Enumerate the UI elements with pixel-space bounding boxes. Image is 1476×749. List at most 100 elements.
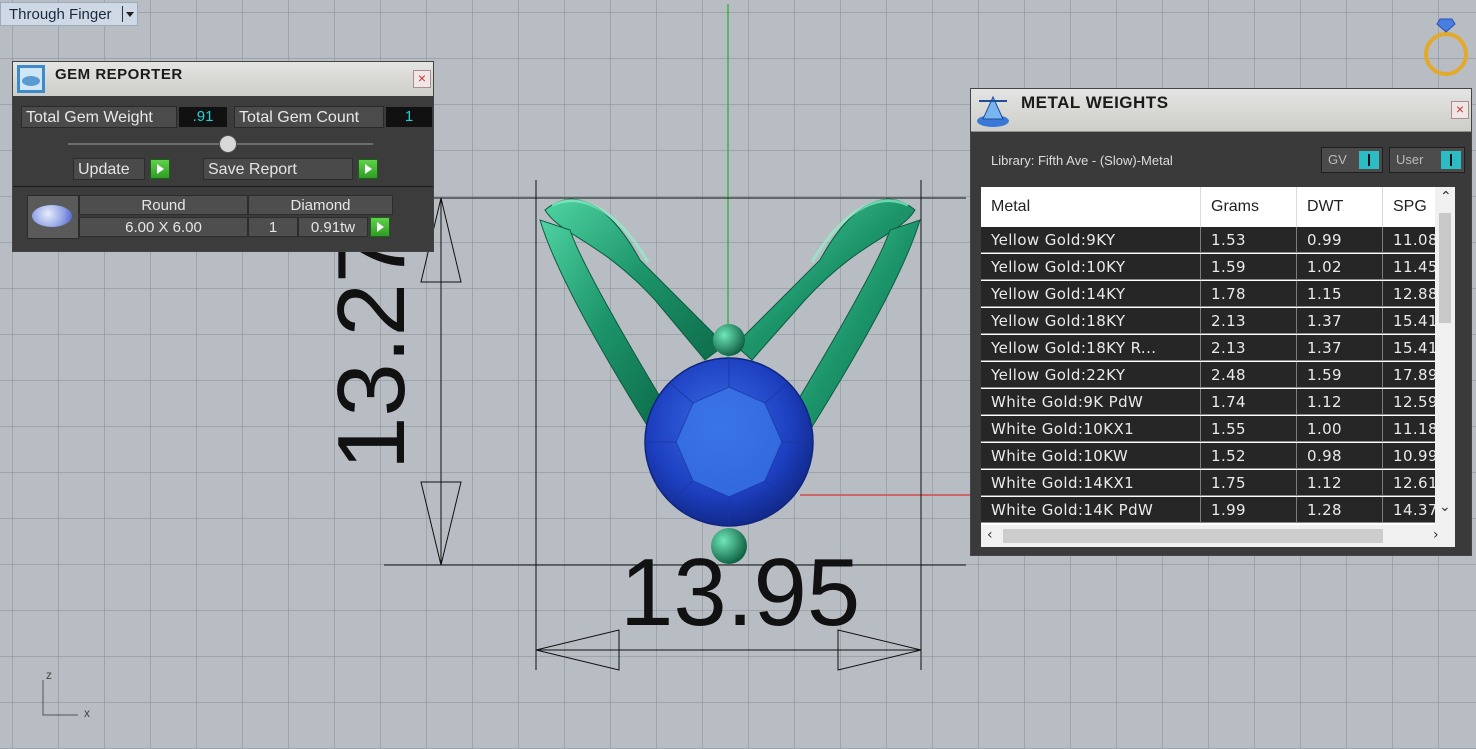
table-cell: 1.52: [1201, 443, 1297, 469]
table-cell: 1.02: [1297, 254, 1383, 280]
total-weight-label: Total Gem Weight: [21, 106, 177, 128]
library-label: Library: Fifth Ave - (Slow)-Metal: [991, 153, 1173, 168]
table-cell: 1.15: [1297, 281, 1383, 307]
total-count-value: 1: [386, 107, 432, 127]
total-weight-value: .91: [179, 107, 227, 127]
gem-shape-icon[interactable]: [27, 195, 79, 239]
gem-type: Diamond: [248, 195, 393, 215]
column-header[interactable]: Metal: [981, 187, 1201, 227]
chevron-up-icon[interactable]: ⌃: [1440, 189, 1452, 205]
toggle-switch-icon[interactable]: [1441, 151, 1461, 169]
table-cell: Yellow Gold:10KY: [981, 254, 1201, 280]
gem-size: 6.00 X 6.00: [79, 217, 248, 237]
table-cell: 0.99: [1297, 227, 1383, 253]
table-cell: 1.59: [1201, 254, 1297, 280]
scroll-thumb[interactable]: [1439, 213, 1451, 323]
toggle-switch-icon[interactable]: [1359, 151, 1379, 169]
table-cell: White Gold:10KX1: [981, 416, 1201, 442]
metal-scale-icon: [977, 95, 1009, 127]
gem-reporter-titlebar[interactable]: GEM REPORTER ×: [13, 62, 433, 97]
view-mode-label: Through Finger: [9, 6, 112, 23]
user-toggle[interactable]: User: [1389, 147, 1465, 173]
table-cell: 1.12: [1297, 389, 1383, 415]
gem-reporter-icon: [17, 65, 45, 93]
scroll-thumb[interactable]: [1003, 529, 1383, 543]
chevron-down-icon[interactable]: ⌄: [1439, 499, 1451, 515]
gem-shape: Round: [79, 195, 248, 215]
column-header[interactable]: DWT: [1297, 187, 1383, 227]
table-header: Metal Grams DWT SPG: [981, 187, 1455, 228]
metal-weights-panel[interactable]: METAL WEIGHTS × Library: Fifth Ave - (Sl…: [970, 88, 1472, 556]
column-header[interactable]: Grams: [1201, 187, 1297, 227]
table-cell: 1.28: [1297, 497, 1383, 523]
table-row[interactable]: Yellow Gold:9KY 1.53 0.99 11.08: [981, 227, 1455, 254]
table-row[interactable]: Yellow Gold:22KY 2.48 1.59 17.89: [981, 362, 1455, 389]
close-icon[interactable]: ×: [1451, 101, 1469, 119]
ring-icon[interactable]: [1420, 14, 1472, 80]
update-button[interactable]: Update: [73, 158, 145, 180]
table-row[interactable]: White Gold:10KX1 1.55 1.00 11.18: [981, 416, 1455, 443]
table-cell: 1.55: [1201, 416, 1297, 442]
axis-x-label: x: [84, 706, 90, 720]
axis-z-label: z: [46, 668, 52, 682]
metal-weights-table[interactable]: Metal Grams DWT SPG Yellow Gold:9KY 1.53 0…: [981, 187, 1455, 525]
metal-weights-titlebar[interactable]: METAL WEIGHTS ×: [971, 89, 1471, 132]
metal-weights-title: METAL WEIGHTS: [1021, 93, 1169, 112]
total-count-label: Total Gem Count: [234, 106, 384, 128]
table-cell: 2.13: [1201, 335, 1297, 361]
table-cell: White Gold:10KW: [981, 443, 1201, 469]
chevron-right-icon[interactable]: ›: [1433, 527, 1439, 543]
slider-handle[interactable]: [219, 135, 237, 153]
table-row[interactable]: White Gold:14KX1 1.75 1.12 12.61: [981, 470, 1455, 497]
table-cell: Yellow Gold:18KY: [981, 308, 1201, 334]
table-cell: Yellow Gold:9KY: [981, 227, 1201, 253]
gem-row-separator: [13, 186, 433, 187]
table-row[interactable]: Yellow Gold:14KY 1.78 1.15 12.88: [981, 281, 1455, 308]
play-icon[interactable]: [358, 159, 378, 179]
gv-toggle[interactable]: GV: [1321, 147, 1383, 173]
table-row[interactable]: Yellow Gold:18KY 2.13 1.37 15.41: [981, 308, 1455, 335]
horizontal-scrollbar[interactable]: ‹ ›: [981, 525, 1455, 547]
table-cell: Yellow Gold:14KY: [981, 281, 1201, 307]
chevron-left-icon[interactable]: ‹: [987, 527, 993, 543]
gem-weight: 0.91tw: [298, 217, 368, 237]
save-report-button[interactable]: Save Report: [203, 158, 353, 180]
ring-model: [539, 199, 921, 564]
table-cell: Yellow Gold:22KY: [981, 362, 1201, 388]
table-row[interactable]: White Gold:9K PdW 1.74 1.12 12.59: [981, 389, 1455, 416]
table-cell: 1.99: [1201, 497, 1297, 523]
table-cell: 1.74: [1201, 389, 1297, 415]
table-cell: 1.75: [1201, 470, 1297, 496]
view-mode-dropdown[interactable]: Through Finger: [0, 2, 138, 26]
table-cell: 1.59: [1297, 362, 1383, 388]
table-cell: 0.98: [1297, 443, 1383, 469]
play-icon[interactable]: [150, 159, 170, 179]
table-cell: 1.12: [1297, 470, 1383, 496]
table-cell: 1.37: [1297, 308, 1383, 334]
table-cell: Yellow Gold:18KY R...: [981, 335, 1201, 361]
play-icon[interactable]: [370, 217, 390, 237]
table-row[interactable]: Yellow Gold:18KY R... 2.13 1.37 15.41: [981, 335, 1455, 362]
table-cell: White Gold:14KX1: [981, 470, 1201, 496]
close-icon[interactable]: ×: [413, 70, 431, 88]
gem-reporter-panel[interactable]: GEM REPORTER × Total Gem Weight .91 Tota…: [12, 61, 434, 252]
table-row[interactable]: White Gold:14K PdW 1.99 1.28 14.37: [981, 497, 1455, 524]
table-cell: White Gold:9K PdW: [981, 389, 1201, 415]
user-toggle-label: User: [1396, 152, 1424, 167]
gem-reporter-body: Total Gem Weight .91 Total Gem Count 1 U…: [13, 96, 433, 251]
table-cell: 1.00: [1297, 416, 1383, 442]
gem-count: 1: [248, 217, 298, 237]
table-cell: 2.48: [1201, 362, 1297, 388]
dimension-height-label: 13.27: [318, 229, 425, 470]
table-row[interactable]: White Gold:10KW 1.52 0.98 10.99: [981, 443, 1455, 470]
gv-toggle-label: GV: [1328, 152, 1347, 167]
table-cell: 2.13: [1201, 308, 1297, 334]
vertical-scrollbar[interactable]: ⌃ ⌄: [1435, 187, 1455, 525]
gem-reporter-title: GEM REPORTER: [55, 66, 183, 83]
axis-indicator: z x: [36, 668, 106, 728]
table-cell: 1.53: [1201, 227, 1297, 253]
chevron-down-icon[interactable]: [122, 6, 135, 22]
table-row[interactable]: Yellow Gold:10KY 1.59 1.02 11.45: [981, 254, 1455, 281]
table-cell: 1.78: [1201, 281, 1297, 307]
dimension-width-label: 13.95: [620, 539, 861, 646]
